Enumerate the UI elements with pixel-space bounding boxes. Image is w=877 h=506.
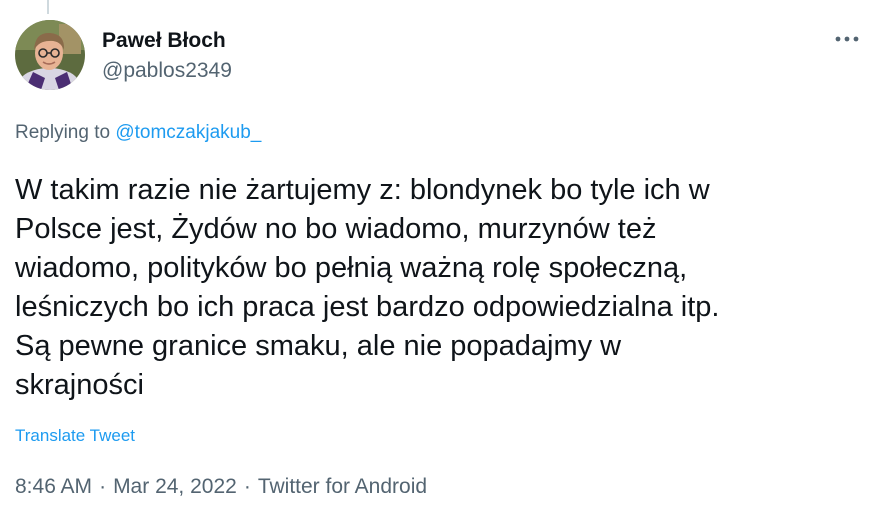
tweet-text-line: skrajności [15,369,144,401]
tweet-text-line: wiadomo, polityków bo pełnią ważną rolę … [15,252,688,284]
meta-separator: · [243,475,251,498]
meta-separator: · [99,475,107,498]
reply-mention-link[interactable]: @tomczakjakub_ [115,122,261,143]
tweet-text-line: Polsce jest, Żydów no bo wiadomo, murzyn… [15,213,657,245]
more-options-icon [835,36,859,42]
translate-tweet-link[interactable]: Translate Tweet [15,425,135,447]
tweet-time[interactable]: 8:46 AM [15,475,92,498]
tweet-text-line: Są pewne granice smaku, ale nie popadajm… [15,330,622,362]
author-name[interactable]: Paweł Błoch [102,29,226,53]
more-options-button[interactable] [828,24,866,54]
tweet-source-link[interactable]: Twitter for Android [258,475,427,498]
tweet-date[interactable]: Mar 24, 2022 [113,475,237,498]
replying-to-label: Replying to [15,122,111,143]
tweet-text: W takim razie nie żartujemy z: blondynek… [15,171,873,405]
replying-to: Replying to @tomczakjakub_ [15,121,261,145]
tweet-text-line: leśniczych bo ich praca jest bardzo odpo… [15,291,720,323]
author-handle[interactable]: @pablos2349 [102,59,232,83]
profile-photo-icon [15,20,85,90]
thread-connector-line [47,0,49,14]
avatar[interactable] [15,20,85,90]
tweet-metadata: 8:46 AM · Mar 24, 2022 · Twitter for Android [15,475,427,499]
tweet-text-line: W takim razie nie żartujemy z: blondynek… [15,174,710,206]
